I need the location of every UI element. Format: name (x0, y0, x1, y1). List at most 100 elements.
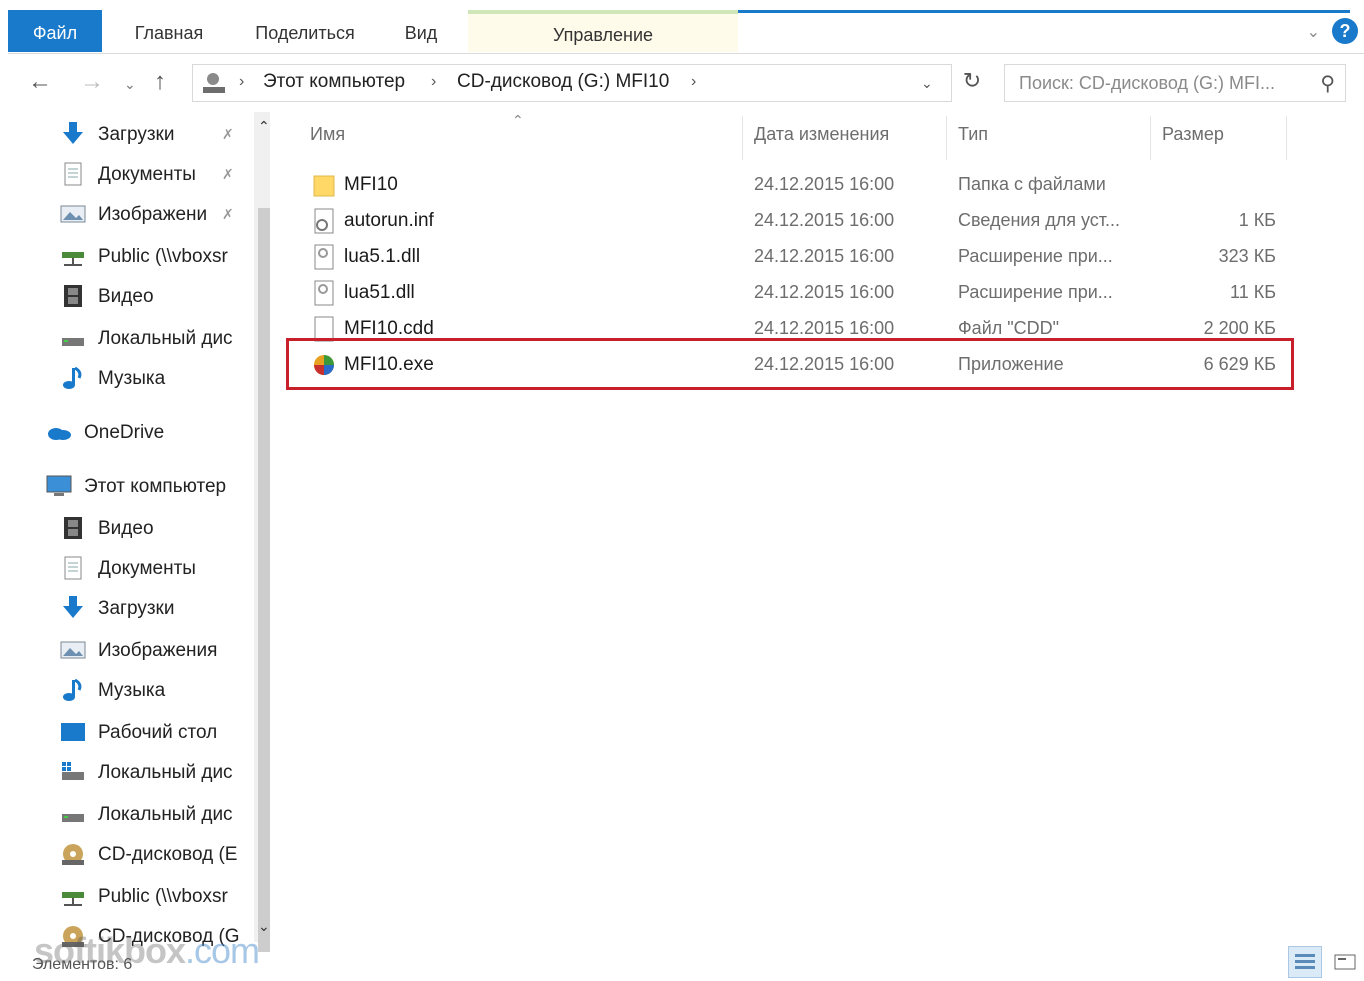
breadcrumb-cd-drive[interactable]: CD-дисковод (G:) MFI10 (457, 71, 669, 93)
music-icon (63, 366, 82, 389)
scroll-up-chevron-icon[interactable]: ⌃ (258, 118, 270, 135)
sidebar-item-downloads[interactable]: Загрузки (60, 590, 270, 626)
column-divider[interactable] (742, 116, 743, 160)
sidebar-item-videos-pinned[interactable]: Видео (60, 278, 270, 314)
file-row[interactable]: MFI10 24.12.2015 16:00 Папка с файлами (304, 168, 1294, 202)
settings-file-icon (314, 208, 334, 234)
sidebar-item-local-disk-2[interactable]: Локальный дис (60, 796, 270, 832)
forward-arrow-icon[interactable]: → (80, 68, 104, 96)
file-type: Расширение при... (958, 282, 1113, 302)
sidebar-item-documents[interactable]: Документы (60, 550, 270, 586)
pin-icon[interactable]: ✗ (222, 206, 234, 223)
sidebar-item-desktop[interactable]: Рабочий стол (60, 714, 270, 750)
search-input[interactable]: Поиск: CD-дисковод (G:) MFI... ⚲ (1004, 64, 1346, 102)
file-type: Расширение при... (958, 246, 1113, 266)
file-row[interactable]: autorun.inf 24.12.2015 16:00 Сведения дл… (304, 204, 1294, 238)
large-icons-view-icon[interactable] (1328, 946, 1362, 978)
scroll-down-chevron-icon[interactable]: ⌄ (258, 918, 270, 935)
sort-ascending-icon: ⌃ (512, 112, 524, 128)
sidebar-item-label: Загрузки (98, 598, 175, 619)
tab-manage[interactable]: Управление (468, 10, 738, 52)
file-row[interactable]: lua5.1.dll 24.12.2015 16:00 Расширение п… (304, 240, 1294, 274)
sidebar-item-downloads-pinned[interactable]: Загрузки ✗ (60, 116, 270, 152)
tab-home[interactable]: Главная (114, 10, 224, 52)
tab-file[interactable]: Файл (8, 10, 102, 52)
dll-file-icon (314, 244, 334, 270)
details-view-icon[interactable] (1288, 946, 1322, 978)
sidebar-item-onedrive[interactable]: OneDrive (46, 414, 270, 450)
refresh-icon[interactable]: ↻ (956, 68, 988, 98)
sidebar-item-music[interactable]: Музыка (60, 672, 270, 708)
sidebar-item-this-pc[interactable]: Этот компьютер (46, 468, 270, 504)
sidebar-item-label: Музыка (98, 368, 166, 389)
address-bar[interactable]: › Этот компьютер › CD-дисковод (G:) MFI1… (192, 64, 952, 102)
video-icon (64, 517, 82, 539)
pictures-icon (60, 205, 86, 223)
sidebar-item-label: Документы (98, 164, 196, 185)
sidebar-item-network-share[interactable]: Public (\\vboxsr (60, 238, 270, 274)
pin-icon[interactable]: ✗ (222, 166, 234, 183)
video-icon (64, 285, 82, 307)
back-arrow-icon[interactable]: ← (28, 68, 52, 96)
sidebar-item-pictures[interactable]: Изображения (60, 632, 270, 668)
breadcrumb-this-pc[interactable]: Этот компьютер (263, 71, 405, 93)
sidebar-scrollbar[interactable] (254, 112, 270, 952)
file-date: 24.12.2015 16:00 (754, 318, 895, 338)
file-size: 2 200 КБ (1203, 318, 1276, 338)
tab-view[interactable]: Вид (388, 10, 454, 52)
sidebar-item-label: Локальный дис (98, 762, 233, 783)
address-dropdown-chevron-icon[interactable]: ⌄ (921, 75, 933, 92)
ribbon: Файл Главная Поделиться Вид Управление ⌄… (8, 10, 1364, 54)
folder-icon (313, 175, 335, 197)
ribbon-accent-line (738, 10, 1350, 13)
column-header-type[interactable]: Тип (958, 124, 988, 145)
drive-icon (62, 338, 84, 346)
network-drive-icon (62, 892, 84, 906)
breadcrumb-separator-icon[interactable]: › (431, 73, 436, 91)
sidebar-item-label: Изображения (98, 640, 218, 661)
breadcrumb-separator-icon[interactable]: › (691, 73, 696, 91)
sidebar-item-local-disk[interactable]: Локальный дис (60, 320, 270, 356)
sidebar-item-label: Изображени (98, 204, 208, 225)
sidebar-item-label: Локальный дис (98, 804, 233, 825)
pin-icon[interactable]: ✗ (222, 126, 234, 143)
column-divider[interactable] (1286, 116, 1287, 160)
sidebar-item-network-share-2[interactable]: Public (\\vboxsr (60, 878, 270, 914)
file-name: MFI10.cdd (344, 318, 434, 339)
up-arrow-icon[interactable]: ↑ (154, 68, 166, 96)
sidebar-item-label: OneDrive (84, 422, 165, 443)
file-row[interactable]: lua51.dll 24.12.2015 16:00 Расширение пр… (304, 276, 1294, 310)
documents-icon (64, 556, 82, 580)
documents-icon (64, 162, 82, 186)
sidebar-item-label: Видео (98, 518, 154, 539)
onedrive-icon (48, 428, 71, 440)
download-icon (63, 596, 83, 618)
search-icon[interactable]: ⚲ (1320, 71, 1335, 96)
column-header-size[interactable]: Размер (1162, 124, 1224, 145)
network-drive-icon (62, 252, 84, 266)
sidebar-item-label: Рабочий стол (98, 722, 218, 743)
file-size: 323 КБ (1218, 246, 1276, 266)
help-icon[interactable]: ? (1332, 18, 1358, 44)
sidebar-item-cd-drive-e[interactable]: CD-дисковод (E (60, 836, 270, 872)
scrollbar-thumb[interactable] (258, 208, 270, 952)
sidebar-item-label: Музыка (98, 680, 166, 701)
column-divider[interactable] (946, 116, 947, 160)
column-divider[interactable] (1150, 116, 1151, 160)
sidebar-item-system-disk[interactable]: Локальный дис (60, 754, 270, 790)
sidebar-item-documents-pinned[interactable]: Документы ✗ (60, 156, 270, 192)
desktop-icon (61, 723, 85, 741)
sidebar-item-label: Локальный дис (98, 328, 233, 349)
sidebar-item-music-pinned[interactable]: Музыка (60, 360, 270, 396)
sidebar-item-videos[interactable]: Видео (60, 510, 270, 546)
column-header-name[interactable]: Имя (310, 124, 345, 145)
file-name: MFI10 (344, 174, 398, 195)
system-drive-icon (62, 762, 84, 780)
breadcrumb-separator-icon[interactable]: › (239, 73, 244, 91)
column-header-date[interactable]: Дата изменения (754, 124, 889, 145)
expand-ribbon-chevron-icon[interactable]: ⌄ (1307, 22, 1320, 42)
recent-locations-chevron-icon[interactable]: ⌄ (124, 76, 136, 93)
navigation-bar: ← → ⌄ ↑ › Этот компьютер › CD-дисковод (… (8, 60, 1364, 106)
sidebar-item-pictures-pinned[interactable]: Изображени ✗ (60, 196, 270, 232)
tab-share[interactable]: Поделиться (232, 10, 378, 52)
